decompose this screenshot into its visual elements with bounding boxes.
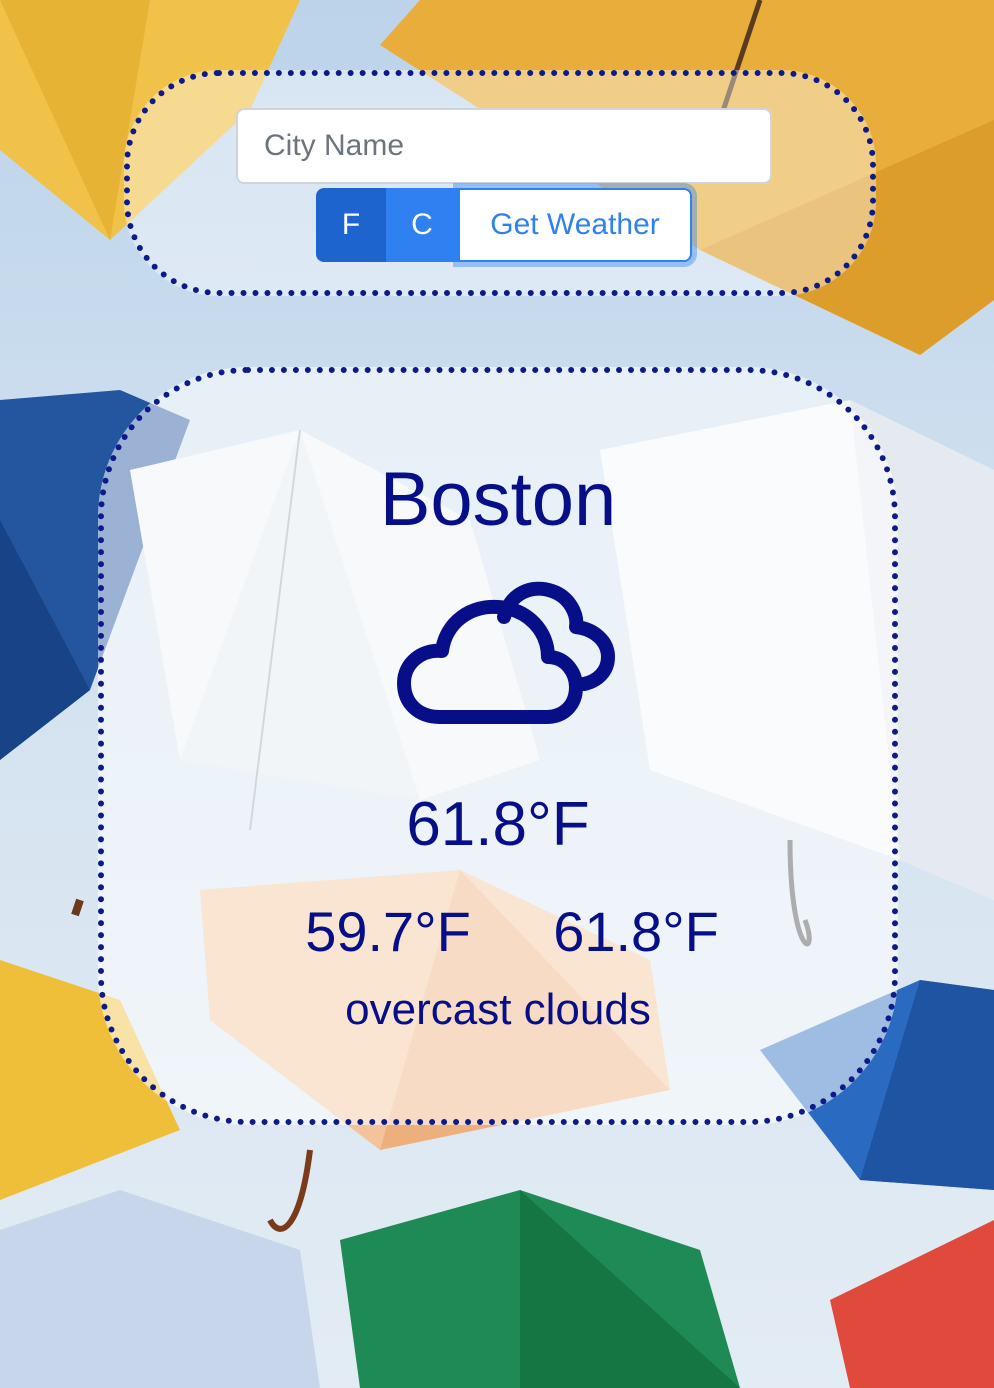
- city-name-input[interactable]: [236, 108, 772, 184]
- weather-description: overcast clouds: [345, 985, 651, 1034]
- search-panel: F C Get Weather: [124, 70, 876, 296]
- max-temperature: 61.8°F: [553, 900, 719, 963]
- fahrenheit-button[interactable]: F: [316, 188, 386, 262]
- min-temperature: 59.7°F: [305, 900, 471, 963]
- celsius-button[interactable]: C: [386, 188, 458, 262]
- current-temperature: 61.8°F: [406, 790, 590, 859]
- weather-card: Boston 61.8°F 59.7°F 61.8°F overcast clo…: [98, 367, 898, 1125]
- city-name: Boston: [379, 457, 617, 542]
- get-weather-button[interactable]: Get Weather: [458, 188, 692, 262]
- clouds-icon: [397, 581, 615, 724]
